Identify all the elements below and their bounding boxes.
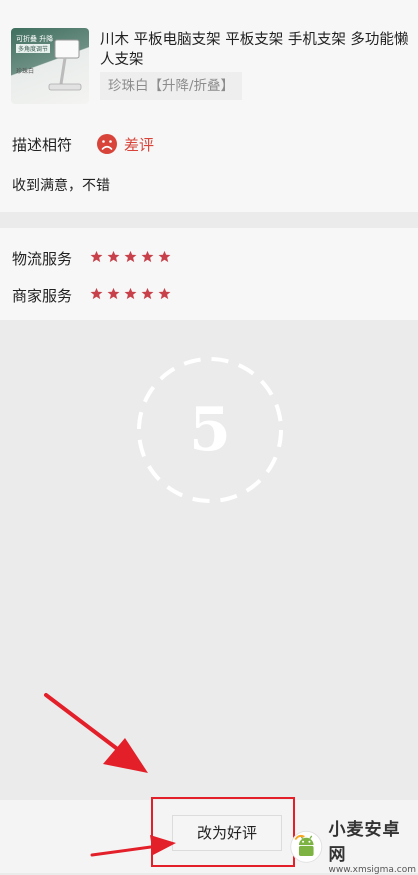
description-match-label: 描述相符 (12, 136, 73, 154)
site-watermark: 小麦安卓网 www.xmsigma.com (288, 820, 416, 875)
service-ratings-card (0, 228, 418, 320)
review-text[interactable]: 收到满意，不错 (12, 175, 110, 195)
star-icon[interactable] (107, 287, 120, 300)
merchant-service-label: 商家服务 (12, 287, 73, 305)
star-icon[interactable] (141, 250, 154, 263)
description-rating[interactable]: 差评 (96, 132, 154, 156)
highlight-box (151, 797, 295, 867)
watermark-name: 小麦安卓网 (328, 820, 401, 865)
star-icon[interactable] (124, 250, 137, 263)
sad-face-icon (97, 134, 117, 154)
star-icon[interactable] (158, 250, 171, 263)
star-icon[interactable] (107, 250, 120, 263)
star-icon[interactable] (90, 250, 103, 263)
android-logo-icon (290, 830, 323, 863)
product-review-card: 可折叠 升降 多角度调节 珍珠白 川木 平板电脑支架 平板支架 手机支架 多功能… (0, 0, 418, 212)
watermark-url: www.xmsigma.com (328, 865, 416, 875)
step-number: 5 (189, 395, 231, 465)
product-thumbnail[interactable]: 可折叠 升降 多角度调节 珍珠白 (11, 28, 89, 104)
star-icon[interactable] (141, 287, 154, 300)
product-title[interactable]: 川木 平板电脑支架 平板支架 手机支架 多功能懒人支架 (100, 30, 412, 70)
rating-text: 差评 (124, 135, 155, 154)
logistics-stars[interactable] (90, 250, 171, 263)
product-spec-tag: 珍珠白【升降/折叠】 (100, 72, 243, 100)
star-icon[interactable] (158, 287, 171, 300)
logistics-service-label: 物流服务 (12, 250, 73, 268)
step-number-badge: 5 (137, 357, 283, 503)
thumbnail-color: 珍珠白 (16, 68, 35, 75)
star-icon[interactable] (124, 287, 137, 300)
tablet-stand-icon (48, 39, 82, 91)
merchant-stars[interactable] (90, 287, 171, 300)
star-icon[interactable] (90, 287, 103, 300)
